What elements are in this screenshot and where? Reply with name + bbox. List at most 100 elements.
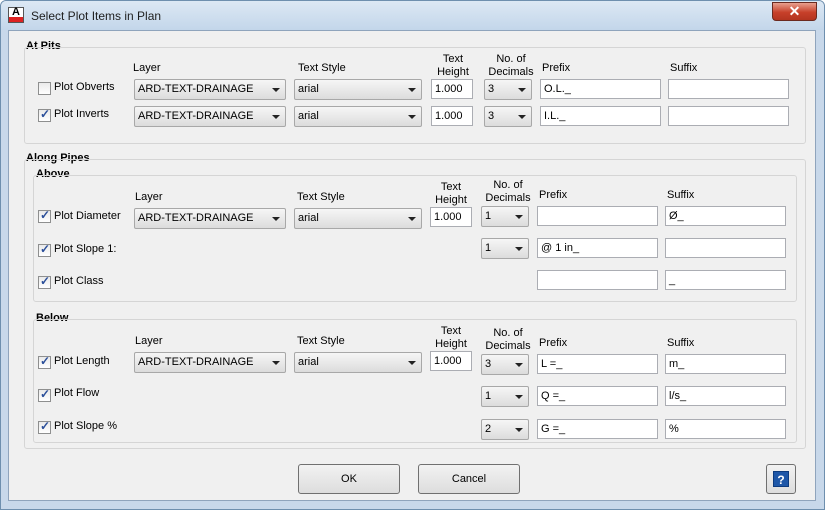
checkmark-icon: ✓ — [40, 208, 51, 222]
at-pits-decimals-header-2: Decimals — [488, 66, 534, 78]
plot-length-height-input[interactable]: 1.000 — [430, 351, 472, 371]
plot-length-prefix-input[interactable]: L =_ — [537, 354, 658, 374]
plot-diameter-checkbox[interactable]: ✓ — [38, 208, 51, 223]
plot-class-checkbox[interactable]: ✓ — [38, 274, 51, 289]
close-icon: ✕ — [788, 3, 801, 19]
plot-length-style-select[interactable]: arial — [294, 352, 422, 373]
chevron-down-icon — [515, 395, 523, 399]
chevron-down-icon — [515, 428, 523, 432]
chevron-down-icon — [515, 363, 523, 367]
plot-inverts-style-select[interactable]: arial — [294, 106, 422, 127]
chevron-down-icon — [408, 217, 416, 221]
plot-diameter-prefix-input[interactable] — [537, 206, 658, 226]
checkmark-icon: ✓ — [40, 107, 51, 121]
below-height-header-2: Height — [435, 338, 467, 350]
plot-length-checkbox[interactable]: ✓ — [38, 354, 51, 369]
plot-slope-ratio-checkbox[interactable]: ✓ — [38, 242, 51, 257]
title-bar: A Select Plot Items in Plan ✕ — [1, 1, 824, 30]
plot-slope-ratio-prefix-input[interactable]: @ 1 in_ — [537, 238, 658, 258]
plot-obverts-prefix-input[interactable]: O.L._ — [540, 79, 661, 99]
above-decimals-header-1: No. of — [493, 179, 523, 191]
plot-obverts-height-input[interactable]: 1.000 — [431, 79, 473, 99]
ok-button[interactable]: OK — [298, 464, 400, 494]
below-style-header: Text Style — [297, 335, 345, 347]
plot-flow-checkbox[interactable]: ✓ — [38, 387, 51, 402]
plot-inverts-decimals-select[interactable]: 3 — [484, 106, 532, 127]
below-decimals-header-2: Decimals — [485, 340, 531, 352]
plot-flow-prefix-input[interactable]: Q =_ — [537, 386, 658, 406]
chevron-down-icon — [272, 115, 280, 119]
at-pits-layer-header: Layer — [133, 62, 161, 74]
plot-inverts-checkbox[interactable]: ✓ — [38, 107, 51, 122]
plot-flow-decimals-select[interactable]: 1 — [481, 386, 529, 407]
plot-slope-ratio-label: Plot Slope 1: — [54, 243, 117, 255]
window-title: Select Plot Items in Plan — [31, 9, 162, 23]
plot-obverts-decimals-select[interactable]: 3 — [484, 79, 532, 100]
at-pits-decimals-header-1: No. of — [496, 53, 526, 65]
above-style-header: Text Style — [297, 191, 345, 203]
above-height-header-1: Text — [440, 181, 462, 193]
checkmark-icon: ✓ — [40, 274, 51, 288]
chevron-down-icon — [518, 115, 526, 119]
plot-length-suffix-input[interactable]: m_ — [665, 354, 786, 374]
plot-obverts-layer-select[interactable]: ARD-TEXT-DRAINAGE — [134, 79, 286, 100]
plot-diameter-suffix-input[interactable]: Ø_ — [665, 206, 786, 226]
chevron-down-icon — [272, 88, 280, 92]
plot-diameter-label: Plot Diameter — [54, 210, 121, 222]
plot-diameter-style-select[interactable]: arial — [294, 208, 422, 229]
plot-inverts-suffix-input[interactable] — [668, 106, 789, 126]
checkmark-icon: ✓ — [40, 354, 51, 368]
chevron-down-icon — [408, 115, 416, 119]
plot-slope-percent-suffix-input[interactable]: % — [665, 419, 786, 439]
chevron-down-icon — [515, 215, 523, 219]
plot-length-layer-select[interactable]: ARD-TEXT-DRAINAGE — [134, 352, 286, 373]
plot-obverts-suffix-input[interactable] — [668, 79, 789, 99]
checkmark-icon: ✓ — [40, 387, 51, 401]
cancel-button[interactable]: Cancel — [418, 464, 520, 494]
close-button[interactable]: ✕ — [772, 2, 817, 21]
above-decimals-header-2: Decimals — [485, 192, 531, 204]
plot-inverts-label: Plot Inverts — [54, 108, 110, 120]
plot-obverts-label: Plot Obverts — [54, 81, 115, 93]
chevron-down-icon — [272, 217, 280, 221]
plot-class-prefix-input[interactable] — [537, 270, 658, 290]
plot-slope-percent-label: Plot Slope % — [54, 420, 117, 432]
checkmark-icon: ✓ — [40, 242, 51, 256]
plot-slope-ratio-suffix-input[interactable] — [665, 238, 786, 258]
checkmark-icon: ✓ — [40, 419, 51, 433]
at-pits-prefix-header: Prefix — [542, 62, 571, 74]
plot-diameter-decimals-select[interactable]: 1 — [481, 206, 529, 227]
help-button[interactable]: ? — [766, 464, 796, 494]
plot-obverts-checkbox[interactable] — [38, 82, 51, 95]
app-icon: A — [8, 6, 24, 23]
below-decimals-header-1: No. of — [493, 327, 523, 339]
at-pits-suffix-header: Suffix — [670, 62, 698, 74]
help-icon: ? — [773, 471, 789, 487]
plot-slope-ratio-decimals-select[interactable]: 1 — [481, 238, 529, 259]
plot-flow-label: Plot Flow — [54, 387, 100, 399]
at-pits-height-header-1: Text — [442, 53, 464, 65]
plot-length-decimals-select[interactable]: 3 — [481, 354, 529, 375]
plot-slope-percent-prefix-input[interactable]: G =_ — [537, 419, 658, 439]
plot-obverts-style-select[interactable]: arial — [294, 79, 422, 100]
plot-diameter-height-input[interactable]: 1.000 — [430, 207, 472, 227]
plot-slope-percent-checkbox[interactable]: ✓ — [38, 419, 51, 434]
chevron-down-icon — [272, 361, 280, 365]
plot-slope-percent-decimals-select[interactable]: 2 — [481, 419, 529, 440]
plot-inverts-prefix-input[interactable]: I.L._ — [540, 106, 661, 126]
above-height-header-2: Height — [435, 194, 467, 206]
plot-class-label: Plot Class — [54, 275, 104, 287]
below-layer-header: Layer — [135, 335, 163, 347]
above-suffix-header: Suffix — [667, 189, 695, 201]
plot-class-suffix-input[interactable]: _ — [665, 270, 786, 290]
plot-diameter-layer-select[interactable]: ARD-TEXT-DRAINAGE — [134, 208, 286, 229]
chevron-down-icon — [408, 361, 416, 365]
dialog-window: A Select Plot Items in Plan ✕ At Pits La… — [0, 0, 825, 510]
below-suffix-header: Suffix — [667, 337, 695, 349]
plot-inverts-height-input[interactable]: 1.000 — [431, 106, 473, 126]
below-height-header-1: Text — [440, 325, 462, 337]
plot-length-label: Plot Length — [54, 355, 110, 367]
plot-flow-suffix-input[interactable]: l/s_ — [665, 386, 786, 406]
below-prefix-header: Prefix — [539, 337, 568, 349]
plot-inverts-layer-select[interactable]: ARD-TEXT-DRAINAGE — [134, 106, 286, 127]
